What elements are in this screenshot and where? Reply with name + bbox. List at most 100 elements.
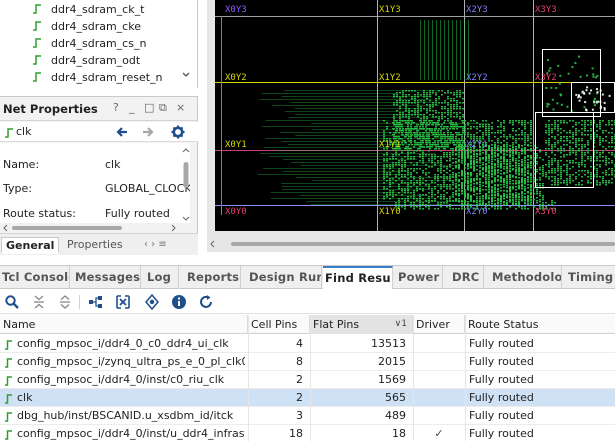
tab-tcl-console[interactable]: Tcl Console [0, 266, 70, 289]
routing-segment [441, 144, 443, 146]
routing-segment [396, 128, 398, 130]
routing-segment [431, 128, 433, 130]
routing-segment [593, 104, 596, 107]
routing-segment [578, 184, 580, 186]
routing-segment [407, 150, 409, 152]
routing-segment [599, 142, 601, 144]
forward-arrow-icon[interactable] [140, 124, 156, 140]
routing-segment [551, 160, 553, 162]
tab-general[interactable]: General [1, 237, 60, 254]
gear-icon[interactable] [170, 124, 186, 140]
routing-segment [414, 140, 416, 142]
maximize-button[interactable]: □ [144, 101, 154, 114]
routing-segment [449, 200, 451, 202]
routing-segment [458, 165, 460, 167]
routing-segment [420, 124, 422, 126]
routing-segment [458, 145, 460, 147]
routing-segment [503, 149, 505, 151]
routing-segment [524, 153, 526, 155]
hierarchy-icon[interactable] [88, 294, 104, 310]
routing-segment [521, 179, 523, 181]
routing-segment [422, 136, 424, 138]
vertical-scrollbar[interactable] [181, 147, 191, 223]
tab-properties[interactable]: Properties [63, 237, 127, 254]
tree-item[interactable]: ddr4_sdram_reset_n [32, 69, 163, 86]
column-header-driver[interactable]: Driver [413, 315, 465, 334]
routing-segment [450, 114, 452, 116]
routing-segment [437, 196, 439, 198]
routing-segment [402, 128, 404, 130]
float-button[interactable]: ⧉ [159, 101, 167, 115]
tree-item[interactable]: ddr4_sdram_odt [32, 52, 140, 69]
table-row[interactable]: config_mpsoc_i/ddr4_0/inst/c0_riu_clk 2 15… [0, 371, 615, 389]
tab-design-runs[interactable]: Design Runs [247, 266, 322, 289]
routing-segment [404, 166, 406, 168]
tab-timing[interactable]: Timing [566, 266, 615, 289]
table-row[interactable]: config_mpsoc_i/ddr4_0_c0_ddr4_ui_clk 4 135… [0, 335, 615, 353]
routing-segment [542, 195, 544, 197]
selection-highlight [535, 49, 615, 188]
routing-segment [509, 189, 511, 191]
tab-reports[interactable]: Reports [185, 266, 241, 289]
routing-segment [459, 92, 461, 94]
tab-messages[interactable]: Messages [73, 266, 141, 289]
tab-find-results[interactable]: Find Resu × [323, 266, 393, 289]
routing-segment [557, 174, 559, 176]
tab-methodology[interactable]: Methodolog [490, 266, 562, 289]
routing-segment [443, 128, 445, 130]
back-arrow-icon[interactable] [114, 124, 130, 140]
tree-item[interactable]: ddr4_sdram_cke [32, 18, 141, 35]
tab-navigation[interactable]: ‹ › ≡ [140, 237, 171, 254]
routing-segment [423, 108, 425, 110]
routing-segment [584, 122, 586, 124]
routing-segment [512, 120, 514, 122]
routing-segment [423, 120, 425, 122]
routing-segment [416, 150, 418, 152]
close-button[interactable]: × [176, 101, 185, 114]
tab-log[interactable]: Log [145, 266, 179, 289]
select-icon[interactable] [115, 294, 131, 310]
routing-segment [467, 163, 469, 165]
device-canvas[interactable]: X0Y3 X1Y3 X2Y3 X3Y3 X0Y2 X1Y2 X2Y2 X3Y2 … [215, 0, 615, 231]
collapse-all-icon[interactable] [31, 294, 47, 310]
tab-drc[interactable]: DRC [450, 266, 484, 289]
chevron-down-icon[interactable] [181, 70, 191, 80]
expand-all-icon[interactable] [57, 294, 73, 310]
table-row[interactable]: dbg_hub/inst/BSCANID.u_xsdbm_id/itck 3 489… [0, 407, 615, 425]
column-header-name[interactable]: Name [0, 315, 248, 334]
tab-power[interactable]: Power [396, 266, 443, 289]
table-row[interactable]: config_mpsoc_i/zynq_ultra_ps_e_0_pl_clk0… [0, 353, 615, 371]
routing-segment [432, 110, 434, 112]
help-button[interactable]: ? [113, 101, 119, 114]
routing-segment [569, 180, 571, 182]
routing-segment [548, 140, 550, 142]
routing-segment [536, 147, 538, 149]
search-icon[interactable] [4, 294, 20, 310]
info-icon[interactable] [171, 294, 187, 310]
routing-segment [434, 174, 436, 176]
horizontal-scrollbar[interactable] [2, 223, 190, 233]
refresh-icon[interactable] [198, 294, 214, 310]
route-status-cell: Fully routed [469, 427, 534, 440]
table-row[interactable]: config_mpsoc_i/ddr4_0/inst/u_ddr4_infras… [0, 425, 615, 441]
column-header-route-status[interactable]: Route Status [465, 315, 615, 334]
routing-segment [536, 185, 538, 187]
routing-segment [393, 124, 395, 126]
routing-segment [527, 122, 529, 124]
routing-segment [428, 140, 430, 142]
routing-segment [497, 132, 499, 134]
routing-segment [413, 194, 415, 196]
routing-segment [512, 149, 514, 151]
device-horizontal-scrollbar[interactable] [207, 238, 615, 250]
routing-segment [383, 182, 385, 184]
tree-item[interactable]: ddr4_sdram_cs_n [32, 35, 146, 52]
minimize-button[interactable]: _ [129, 101, 135, 114]
highlight-icon[interactable] [144, 294, 160, 310]
routing-segment [429, 90, 431, 92]
routing-segment [461, 206, 463, 208]
tree-item[interactable]: ddr4_sdram_ck_t [32, 1, 144, 18]
column-header-flat-pins[interactable]: Flat Pins ∨1 [310, 315, 413, 334]
table-row[interactable]: clk 2 565 Fully routed [0, 389, 615, 407]
column-header-cell-pins[interactable]: Cell Pins [248, 315, 310, 334]
routing-segment [460, 20, 461, 80]
